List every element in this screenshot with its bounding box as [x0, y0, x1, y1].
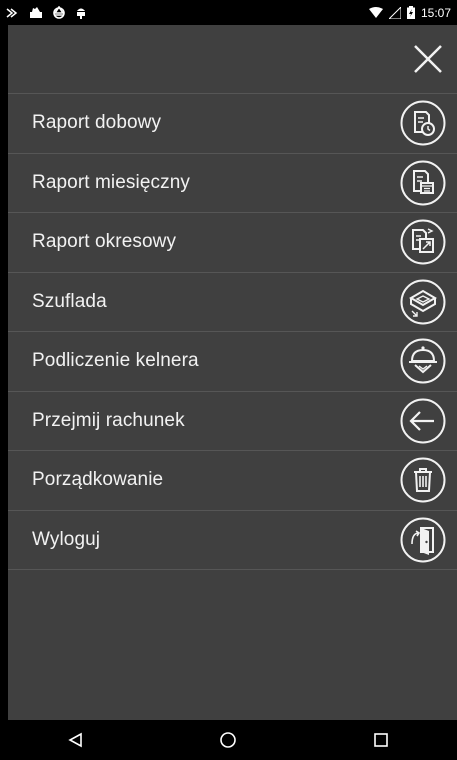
status-clock: 15:07 — [420, 5, 451, 20]
nav-back-button[interactable] — [46, 720, 106, 760]
menu-item-daily-report[interactable]: Raport dobowy — [8, 94, 457, 154]
menu-item-label: Przejmij rachunek — [32, 409, 185, 431]
recents-icon — [374, 733, 388, 747]
drawer-icon — [400, 279, 446, 325]
period-report-icon — [400, 219, 446, 265]
menu-item-monthly-report[interactable]: Raport miesięczny — [8, 154, 457, 213]
take-over-bill-icon — [400, 398, 446, 444]
menu-item-label: Raport dobowy — [32, 112, 162, 134]
close-button[interactable] — [403, 34, 453, 84]
cake-icon — [30, 7, 42, 18]
signal-icon — [388, 6, 401, 19]
trash-icon — [400, 457, 446, 503]
status-system: 15:07 — [368, 5, 451, 20]
status-bar: 15:07 — [0, 0, 457, 25]
android-icon — [77, 8, 85, 19]
menu-item-label: Podliczenie kelnera — [32, 350, 199, 372]
close-icon — [414, 45, 442, 73]
menu-header — [8, 25, 457, 93]
status-notifications — [6, 6, 87, 19]
menu-item-logout[interactable]: Wyloguj — [8, 511, 457, 570]
nav-recents-button[interactable] — [351, 720, 411, 760]
menu-item-label: Wyloguj — [32, 528, 101, 550]
back-icon — [68, 732, 82, 748]
home-icon — [220, 732, 237, 748]
waiter-tally-icon — [400, 338, 446, 384]
wifi-icon — [368, 7, 383, 18]
menu-item-label: Szuflada — [32, 290, 107, 312]
recycle-icon — [53, 6, 65, 19]
daily-report-icon — [400, 100, 446, 146]
menu-item-label: Porządkowanie — [32, 469, 164, 491]
side-menu-panel: Raport dobowy Raport miesięczny Raport o… — [8, 25, 457, 720]
menu-item-cleanup[interactable]: Porządkowanie — [8, 451, 457, 511]
notification-icon — [6, 7, 18, 18]
menu-item-waiter-tally[interactable]: Podliczenie kelnera — [8, 332, 457, 392]
system-nav-bar — [0, 720, 457, 760]
logout-icon — [400, 517, 446, 563]
nav-home-button[interactable] — [198, 720, 258, 760]
battery-icon — [406, 6, 415, 19]
menu-item-take-over-bill[interactable]: Przejmij rachunek — [8, 392, 457, 451]
menu-item-label: Raport okresowy — [32, 231, 177, 253]
menu-item-label: Raport miesięczny — [32, 171, 190, 193]
menu-item-period-report[interactable]: Raport okresowy — [8, 213, 457, 273]
monthly-report-icon — [400, 160, 446, 206]
menu-item-drawer[interactable]: Szuflada — [8, 273, 457, 332]
menu-list: Raport dobowy Raport miesięczny Raport o… — [8, 93, 457, 570]
